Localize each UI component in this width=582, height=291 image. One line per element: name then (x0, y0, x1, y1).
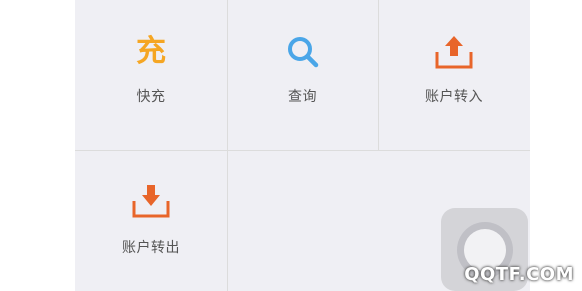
transfer-out-icon (132, 185, 170, 218)
grid-item-quick-charge[interactable]: 充 快充 (75, 0, 227, 150)
quick-charge-icon: 充 (136, 34, 166, 69)
grid-item-label: 账户转入 (425, 89, 483, 105)
transfer-in-icon (435, 36, 473, 69)
search-icon (287, 37, 318, 68)
watermark: QQTF.COM (464, 264, 574, 285)
grid-item-transfer-in[interactable]: 账户转入 (378, 0, 530, 150)
grid-item-search[interactable]: 查询 (227, 0, 378, 150)
grid-item-label: 快充 (136, 89, 166, 105)
grid-item-label: 查询 (288, 89, 317, 105)
grid-item-transfer-out[interactable]: 账户转出 (75, 151, 227, 291)
grid-item-label: 账户转出 (122, 240, 180, 256)
